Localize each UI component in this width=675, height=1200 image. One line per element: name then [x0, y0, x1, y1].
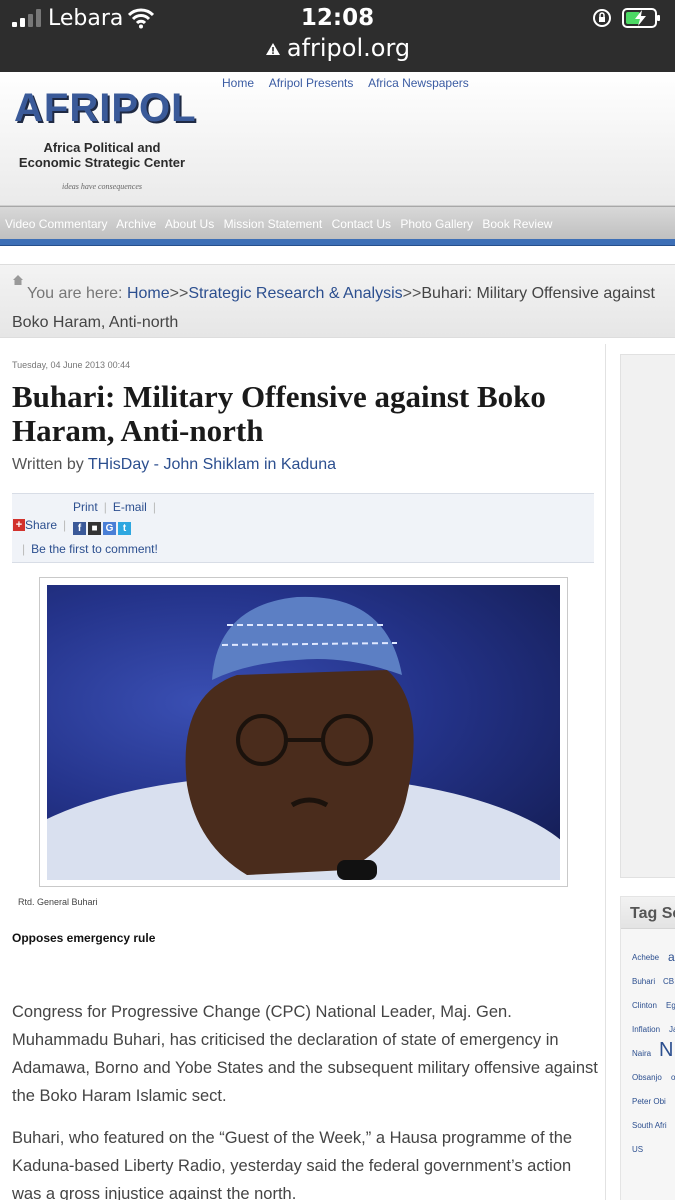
byline: Written by THisDay - John Shiklam in Kad…	[12, 456, 336, 474]
breadcrumb-separator: >>	[402, 285, 422, 302]
tag-link[interactable]: a	[668, 950, 675, 964]
main-nav: Video Commentary Archive About Us Missio…	[0, 206, 675, 240]
tag-link[interactable]: Ja	[669, 1025, 675, 1034]
article: Tuesday, 04 June 2013 00:44 Buhari: Mili…	[0, 344, 606, 1200]
tag-link[interactable]: Buhari	[632, 977, 655, 986]
email-link[interactable]: E-mail	[113, 500, 147, 514]
nav-photo-gallery[interactable]: Photo Gallery	[400, 217, 473, 231]
social-buttons: f ■ Gt	[73, 518, 133, 535]
breadcrumb-prefix: You are here:	[27, 285, 123, 302]
breadcrumb-strategic-research[interactable]: Strategic Research & Analysis	[188, 285, 402, 302]
author-link[interactable]: THisDay - John Shiklam in Kaduna	[88, 456, 336, 473]
rotation-lock-icon	[592, 8, 612, 28]
tag-link[interactable]: US	[632, 1145, 643, 1154]
tag-link[interactable]: South Afri	[632, 1121, 667, 1130]
article-tools: Print | E-mail | + Share | f ■ Gt | Be the first…	[12, 493, 594, 563]
share-button[interactable]: + Share |	[13, 518, 66, 532]
logo-subtitle-line2: Economic Strategic Center	[18, 155, 186, 170]
first-comment-link[interactable]: Be the first to comment!	[31, 542, 158, 556]
nav-video-commentary[interactable]: Video Commentary	[5, 217, 108, 231]
tag-cloud-header: Tag Se	[621, 897, 675, 929]
top-nav-home[interactable]: Home	[222, 76, 254, 90]
facebook-icon[interactable]: f	[73, 522, 86, 535]
google-icon[interactable]: G	[103, 522, 116, 535]
tag-link[interactable]: Achebe	[632, 953, 659, 962]
article-image-frame	[39, 577, 568, 887]
breadcrumb-separator: >>	[169, 285, 189, 302]
top-nav: Home Afripol Presents Africa Newspapers	[222, 76, 481, 90]
print-link[interactable]: Print	[73, 500, 98, 514]
article-photo	[47, 585, 560, 880]
tag-link[interactable]: Obsanjo	[632, 1073, 662, 1082]
nav-divider-band	[0, 239, 675, 246]
breadcrumb: You are here: Home>>Strategic Research &…	[0, 264, 675, 338]
article-title[interactable]: Buhari: Military Offensive against Boko …	[12, 380, 592, 448]
tag-link[interactable]: Clinton	[632, 1001, 657, 1010]
status-bar: Lebara 12:08	[0, 0, 675, 36]
tag-link[interactable]: Naira	[632, 1049, 651, 1058]
logo-wordmark: AFRIPOL	[14, 86, 197, 130]
breadcrumb-home[interactable]: Home	[127, 285, 170, 302]
nav-book-review[interactable]: Book Review	[482, 217, 552, 231]
warning-icon	[265, 42, 281, 56]
logo-tagline: ideas have consequences	[62, 182, 142, 191]
site-logo[interactable]: AFRIPOL Africa Political and Economic St…	[12, 86, 196, 196]
nav-mission-statement[interactable]: Mission Statement	[224, 217, 323, 231]
myspace-icon[interactable]: ■	[88, 522, 101, 535]
divider: |	[103, 500, 107, 514]
logo-subtitle: Africa Political and Economic Strategic …	[12, 140, 192, 170]
divider: |	[152, 500, 156, 514]
tag-link[interactable]: N	[659, 1039, 673, 1062]
tag-link[interactable]: Inflation	[632, 1025, 660, 1034]
nav-contact-us[interactable]: Contact Us	[332, 217, 391, 231]
share-plus-icon: +	[13, 519, 25, 531]
tag-cloud-title: Tag Se	[630, 905, 675, 922]
tag-link[interactable]: o	[671, 1073, 675, 1082]
browser-top-bar: Lebara 12:08 afripol.org	[0, 0, 675, 72]
divider: |	[22, 542, 26, 556]
article-subheading: Opposes emergency rule	[12, 931, 156, 945]
article-paragraph: Congress for Progressive Change (CPC) Na…	[12, 1003, 598, 1105]
tag-link[interactable]: Peter Obi	[632, 1097, 666, 1106]
logo-subtitle-line1: Africa Political and	[43, 140, 161, 155]
site-header: AFRIPOL Africa Political and Economic St…	[0, 72, 675, 206]
article-paragraph: Buhari, who featured on the “Guest of th…	[12, 1129, 573, 1200]
sidebar-module	[620, 354, 675, 878]
tag-cloud: Tag Se Achebe a Buhari CB Clinton Eg Inf…	[620, 896, 675, 1200]
tag-link[interactable]: CB	[663, 977, 674, 986]
image-caption: Rtd. General Buhari	[18, 897, 98, 907]
top-nav-afripol-presents[interactable]: Afripol Presents	[269, 76, 354, 90]
share-label: Share	[25, 518, 58, 532]
battery-charging-icon	[622, 7, 662, 29]
twitter-icon[interactable]: t	[118, 522, 131, 535]
right-sidebar: Tag Se Achebe a Buhari CB Clinton Eg Inf…	[612, 344, 675, 1200]
nav-about-us[interactable]: About Us	[165, 217, 214, 231]
address-bar[interactable]: afripol.org	[0, 34, 675, 68]
article-date: Tuesday, 04 June 2013 00:44	[12, 360, 131, 370]
top-nav-africa-newspapers[interactable]: Africa Newspapers	[368, 76, 469, 90]
byline-prefix: Written by	[12, 456, 84, 473]
url-text: afripol.org	[286, 34, 411, 62]
tag-link[interactable]: Eg	[666, 1001, 675, 1010]
clock: 12:08	[300, 5, 375, 31]
nav-archive[interactable]: Archive	[116, 217, 156, 231]
